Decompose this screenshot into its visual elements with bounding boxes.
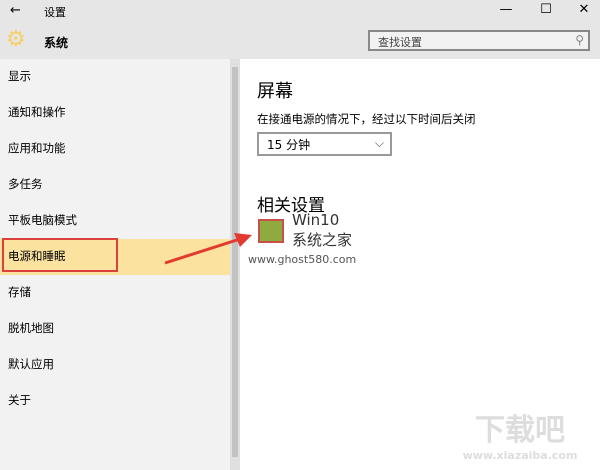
watermark: 下载吧 www.xiazaiba.com bbox=[450, 405, 590, 465]
sidebar-item-display[interactable]: 显示 bbox=[0, 59, 230, 95]
sidebar-item-storage[interactable]: 存储 bbox=[0, 275, 230, 311]
screen-off-label: 在接通电源的情况下，经过以下时间后关闭 bbox=[257, 112, 476, 126]
header: ⚙ 系统 查找设置 ⚲ bbox=[0, 22, 600, 59]
minimize-button[interactable]: — bbox=[496, 2, 516, 17]
gear-icon: ⚙ bbox=[6, 27, 26, 52]
watermark-text: 下载吧 bbox=[475, 413, 565, 448]
logo-text: Win10 bbox=[292, 211, 340, 229]
sidebar-item-default-apps[interactable]: 默认应用 bbox=[0, 347, 230, 383]
logo-url: www.ghost580.com bbox=[248, 253, 357, 266]
close-button[interactable]: ✕ bbox=[574, 2, 594, 17]
sidebar-item-multitasking[interactable]: 多任务 bbox=[0, 167, 230, 203]
logo-subtext: 系统之家 bbox=[292, 231, 353, 249]
sidebar-item-apps[interactable]: 应用和功能 bbox=[0, 131, 230, 167]
sidebar-item-offline-maps[interactable]: 脱机地图 bbox=[0, 311, 230, 347]
site-logo: Win10 系统之家 www.ghost580.com bbox=[248, 211, 378, 271]
search-icon[interactable]: ⚲ bbox=[575, 33, 584, 47]
page-heading: 屏幕 bbox=[257, 81, 293, 102]
chevron-down-icon: ⌵ bbox=[374, 136, 384, 150]
sidebar-item-notifications[interactable]: 通知和操作 bbox=[0, 95, 230, 131]
back-button[interactable]: ← bbox=[10, 3, 21, 18]
window-title: 设置 bbox=[44, 6, 66, 19]
watermark-url: www.xiazaiba.com bbox=[462, 449, 578, 462]
search-placeholder: 查找设置 bbox=[378, 36, 422, 49]
timeout-value: 15 分钟 bbox=[267, 138, 311, 152]
screen-timeout-select[interactable]: 15 分钟 ⌵ bbox=[257, 132, 392, 156]
section-title: 系统 bbox=[44, 36, 69, 50]
highlight-box bbox=[2, 238, 118, 272]
windows-logo-icon bbox=[258, 219, 284, 243]
search-input[interactable]: 查找设置 ⚲ bbox=[368, 30, 590, 51]
title-bar: ← 设置 — ☐ ✕ bbox=[0, 0, 600, 22]
sidebar-item-about[interactable]: 关于 bbox=[0, 383, 230, 419]
maximize-button[interactable]: ☐ bbox=[536, 2, 556, 17]
